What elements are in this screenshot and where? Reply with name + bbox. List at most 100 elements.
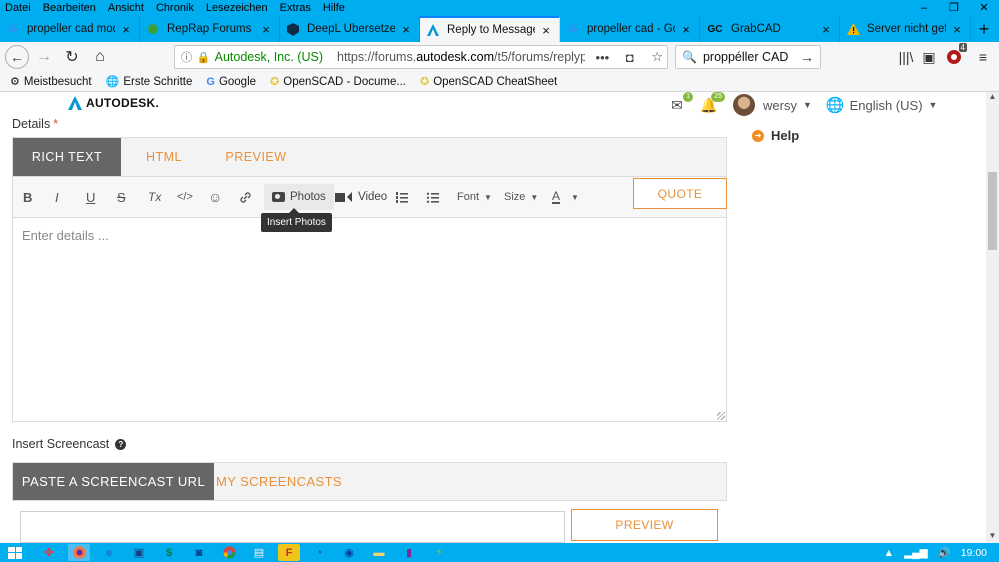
tray-up-arrow-icon[interactable]: ▲ [884, 547, 894, 559]
bookmark-openscad-cheatsheet[interactable]: ✪ OpenSCAD CheatSheet [420, 75, 557, 89]
tab-paste-screencast-url[interactable]: PASTE A SCREENCAST URL [13, 463, 214, 500]
font-dropdown[interactable]: Font ▼ [457, 187, 492, 207]
page-actions-icon[interactable]: ••• [593, 50, 612, 65]
app-green-icon[interactable]: ⚡ [428, 544, 450, 561]
italic-button[interactable]: I [55, 187, 59, 207]
ie-icon[interactable]: e [98, 544, 120, 561]
folder-icon[interactable]: ▬ [368, 544, 390, 561]
bold-button[interactable]: B [23, 187, 32, 207]
back-button[interactable]: ← [5, 45, 29, 69]
clear-format-button[interactable]: Tx [148, 187, 161, 207]
text-color-dropdown[interactable]: A ▼ [552, 187, 579, 207]
close-tab-icon[interactable]: × [259, 22, 273, 37]
page-scrollbar[interactable]: ▲ ▼ [986, 92, 999, 543]
close-tab-icon[interactable]: × [679, 22, 693, 37]
username[interactable]: wersy [763, 98, 797, 113]
extension-icon[interactable]: 4 [943, 43, 967, 68]
browser-tab[interactable]: G propeller cad modell × [0, 16, 140, 42]
menu-bearbeiten[interactable]: Bearbeiten [37, 2, 102, 14]
scroll-up-icon[interactable]: ▲ [986, 92, 999, 104]
app-colorful-icon[interactable]: ✤ [38, 544, 60, 561]
help-link[interactable]: ➜ Help [752, 128, 799, 143]
app-blue-circle-icon[interactable]: ◉ [338, 544, 360, 561]
menu-datei[interactable]: Datei [0, 2, 37, 14]
bookmark-meistbesucht[interactable]: ⚙ Meistbesucht [10, 75, 92, 89]
menu-extras[interactable]: Extras [274, 2, 317, 14]
avatar[interactable] [733, 94, 755, 116]
bell-icon[interactable]: 🔔 25 [699, 92, 725, 114]
pocket-icon[interactable]: ◘ [620, 50, 639, 65]
home-button[interactable]: ⌂ [87, 44, 113, 70]
app-f-icon[interactable]: F [278, 544, 300, 561]
help-question-icon[interactable]: ? [115, 438, 127, 450]
save-disk-icon[interactable]: ▣ [128, 544, 150, 561]
emoji-button[interactable]: ☺ [208, 187, 222, 207]
volume-icon[interactable]: 🔊 [938, 546, 951, 559]
scrollbar-thumb[interactable] [988, 172, 997, 250]
browser-tab[interactable]: GC GrabCAD × [700, 16, 840, 42]
document-icon[interactable]: ▤ [248, 544, 270, 561]
screencast-url-input[interactable] [20, 511, 565, 543]
underline-button[interactable]: U [86, 187, 95, 207]
sidebar-icon[interactable]: ▣ [918, 46, 940, 68]
reload-button[interactable]: ↻ [59, 44, 85, 70]
screencast-preview-button[interactable]: PREVIEW [571, 509, 718, 541]
close-window-button[interactable]: ✕ [969, 0, 999, 16]
browser-tab[interactable]: G propeller cad - Googl × [560, 16, 700, 42]
insert-video-button[interactable]: Video [335, 187, 387, 207]
autodesk-brand[interactable]: AUTODESK. [68, 96, 159, 110]
minimize-button[interactable]: – [909, 0, 939, 16]
app-bars-icon[interactable]: ▮ [398, 544, 420, 561]
outlook-icon[interactable]: ◙ [188, 544, 210, 561]
search-go-icon[interactable]: → [800, 49, 820, 65]
menu-chronik[interactable]: Chronik [150, 2, 200, 14]
link-button[interactable] [239, 187, 252, 207]
strikethrough-button[interactable]: S [117, 187, 126, 207]
dollar-app-icon[interactable]: $ [158, 544, 180, 561]
insert-photos-button[interactable]: Photos [264, 184, 334, 210]
url-bar[interactable]: ⓘ 🔒 Autodesk, Inc. (US) https://forums.a… [174, 45, 668, 69]
tab-html[interactable]: HTML [121, 138, 207, 176]
resize-handle-icon[interactable] [717, 412, 725, 420]
browser-tab[interactable]: DeepL Übersetzer × [280, 16, 420, 42]
close-tab-icon[interactable]: × [399, 22, 413, 37]
search-bar[interactable]: 🔍 proppéller CAD → [675, 45, 821, 69]
windows-start-icon[interactable] [8, 546, 22, 559]
info-icon[interactable]: ⓘ [181, 49, 197, 65]
close-tab-icon[interactable]: × [950, 22, 964, 37]
bookmark-openscad-docs[interactable]: ✪ OpenSCAD - Docume... [270, 75, 406, 89]
browser-tab[interactable]: RepRap Forums :: Allg × [140, 16, 280, 42]
menu-lesezeichen[interactable]: Lesezeichen [200, 2, 274, 14]
tab-rich-text[interactable]: RICH TEXT [13, 138, 121, 176]
network-icon[interactable]: ▂▄▆ [904, 547, 928, 559]
library-icon[interactable]: |||\ [895, 46, 917, 68]
maximize-button[interactable]: ❐ [939, 0, 969, 16]
code-button[interactable]: </> [177, 187, 193, 207]
close-tab-icon[interactable]: × [819, 22, 833, 37]
chevron-down-icon[interactable]: ▼ [929, 100, 938, 110]
new-tab-button[interactable]: + [971, 16, 997, 42]
bullet-list-button[interactable] [426, 187, 439, 207]
bookmark-erste-schritte[interactable]: 🌐 Erste Schritte [106, 75, 193, 89]
close-tab-icon[interactable]: × [539, 23, 553, 38]
clock[interactable]: 19:00 [961, 547, 987, 559]
close-tab-icon[interactable]: × [119, 22, 133, 37]
tab-preview[interactable]: PREVIEW [207, 138, 305, 176]
mail-icon[interactable]: ✉ 1 [667, 92, 693, 114]
bookmark-google[interactable]: G Google [206, 76, 256, 88]
quote-button[interactable]: QUOTE [633, 178, 727, 209]
menu-hilfe[interactable]: Hilfe [317, 2, 351, 14]
language-selector[interactable]: English (US) [850, 98, 923, 113]
browser-tab[interactable]: Server nicht gefunden × [840, 16, 971, 42]
size-dropdown[interactable]: Size ▼ [504, 187, 538, 207]
tab-my-screencasts[interactable]: MY SCREENCASTS [214, 463, 344, 500]
ordered-list-button[interactable] [395, 187, 408, 207]
forward-button[interactable]: → [31, 44, 57, 70]
hamburger-menu-icon[interactable]: ≡ [972, 46, 994, 68]
chevron-down-icon[interactable]: ▼ [803, 100, 812, 110]
bookmark-star-icon[interactable]: ☆ [648, 49, 667, 65]
scroll-down-icon[interactable]: ▼ [986, 531, 999, 543]
menu-ansicht[interactable]: Ansicht [102, 2, 150, 14]
browser-tab-active[interactable]: Reply to Message - Au × [420, 16, 560, 42]
app-gauge-icon[interactable]: ◔ [308, 544, 330, 561]
